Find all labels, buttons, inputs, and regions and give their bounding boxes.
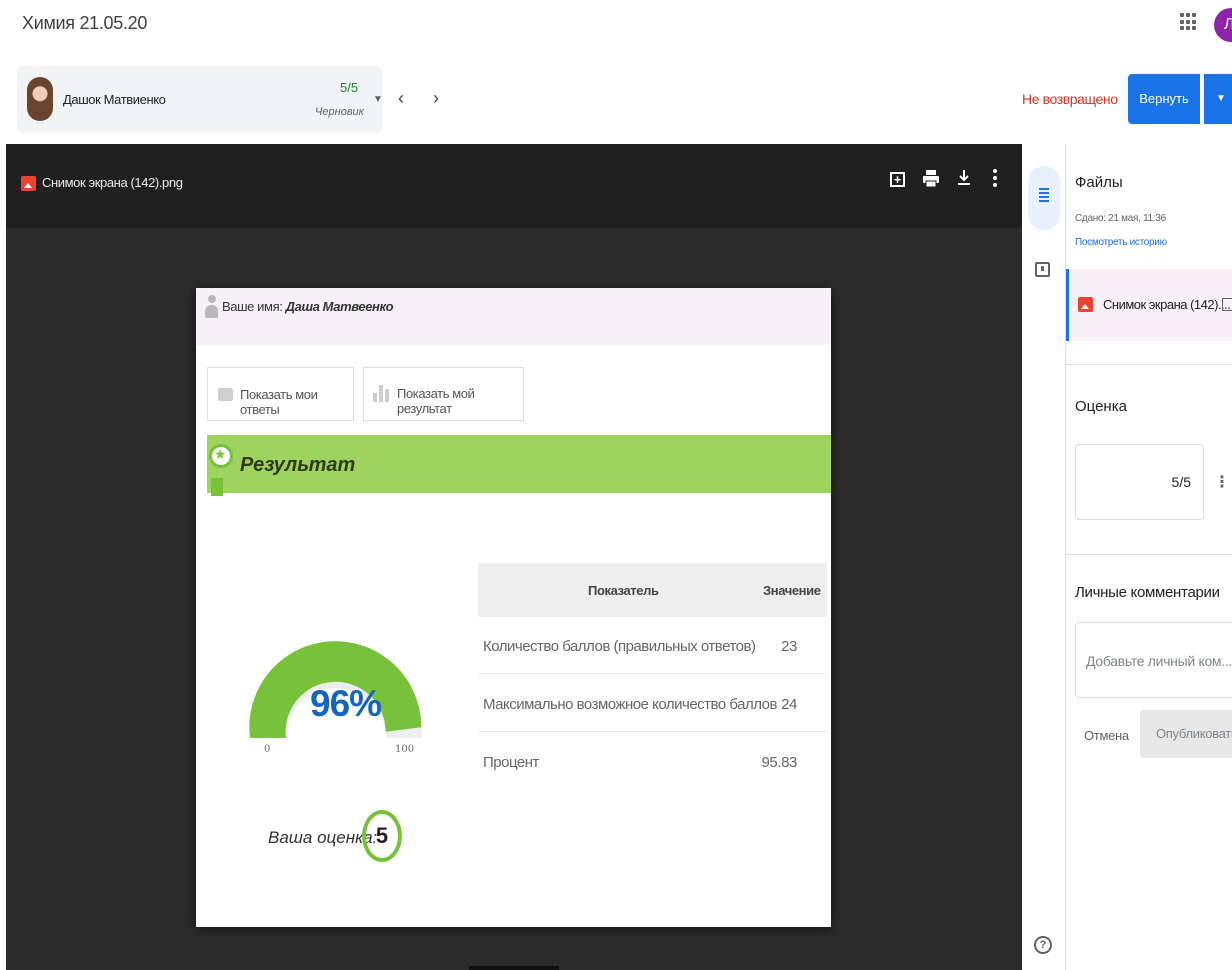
account-avatar[interactable]: Л (1214, 8, 1232, 42)
page-title: Химия 21.05.20 (22, 13, 148, 33)
publish-button[interactable]: Опубликовать (1140, 710, 1232, 758)
dropdown-arrow-icon[interactable]: ▼ (373, 94, 383, 105)
grade-more-options-icon[interactable]: ⋮ (1214, 472, 1230, 492)
user-icon (205, 295, 218, 319)
image-file-icon (21, 176, 36, 191)
table-header: Показатель Значение (478, 563, 827, 617)
files-tab-icon[interactable] (1028, 166, 1060, 230)
row-value: 23 (781, 638, 797, 655)
name-bar: Ваше имя: Даша Матвеенко (196, 288, 831, 345)
view-history-link[interactable]: Посмотреть историю (1075, 237, 1167, 248)
name-label: Ваше имя: (222, 299, 283, 314)
attachment-name: Снимок экрана (142).... (1103, 297, 1231, 312)
private-comment-input[interactable]: Добавьте личный ком... (1075, 622, 1232, 698)
viewer-scrollbar[interactable] (469, 966, 559, 970)
table-row: Количество баллов (правильных ответов) 2… (478, 617, 827, 674)
more-options-icon[interactable] (993, 169, 997, 192)
apps-grid-icon[interactable] (1180, 13, 1198, 31)
help-icon[interactable]: ? (1034, 936, 1052, 954)
open-attachment-icon[interactable] (1222, 298, 1232, 311)
bar-chart-icon (373, 385, 390, 402)
cancel-button[interactable]: Отмена (1084, 728, 1129, 743)
name-label-row: Ваше имя: Даша Матвеенко (222, 299, 394, 314)
student-selector[interactable]: Дашок Матвиенко 5/5 Черновик ▼ (17, 66, 383, 133)
divider (1066, 554, 1232, 555)
grade-field[interactable]: 5/5 (1075, 444, 1204, 520)
attachment-item[interactable]: Снимок экрана (142).... (1066, 269, 1232, 341)
row-label: Процент (483, 754, 539, 771)
table-header-indicator: Показатель (588, 583, 659, 598)
name-value: Даша Матвеенко (285, 299, 394, 314)
return-status: Не возвращено (1022, 91, 1118, 107)
details-panel: Файлы Сдано: 21 мая, 11:36 Посмотреть ис… (1066, 144, 1232, 970)
print-icon[interactable] (923, 170, 939, 192)
private-comments-title: Личные комментарии (1075, 584, 1220, 601)
row-value: 95.83 (761, 754, 797, 771)
files-title: Файлы (1075, 174, 1123, 191)
student-avatar (27, 77, 53, 121)
next-student-chevron-icon[interactable]: › (433, 88, 439, 109)
return-menu-dropdown-icon[interactable]: ▼ (1204, 74, 1232, 124)
show-answers-button[interactable]: Показать мои ответы (207, 367, 354, 421)
show-result-label: Показать мой результат (397, 386, 475, 416)
show-answers-label: Показать мои ответы (240, 387, 318, 417)
student-name: Дашок Матвиенко (63, 92, 166, 107)
divider (1066, 364, 1232, 365)
row-label: Максимально возможное количество баллов (483, 696, 777, 713)
table-row: Максимально возможное количество баллов … (478, 675, 827, 732)
return-button[interactable]: Вернуть (1128, 74, 1200, 124)
grade-title: Оценка (1075, 398, 1127, 415)
submitted-timestamp: Сдано: 21 мая, 11:36 (1075, 213, 1166, 224)
show-result-button[interactable]: Показать мой результат (363, 367, 524, 421)
result-title: Результат (240, 454, 356, 476)
gauge-min-label: 0 (264, 744, 271, 755)
row-label: Количество баллов (правильных ответов) (483, 638, 756, 655)
question-icon (218, 388, 233, 401)
gauge-value: 96% (310, 683, 382, 724)
viewer-toolbar: Снимок экрана (142).png + (6, 144, 1022, 228)
gauge-max-label: 100 (395, 744, 415, 755)
row-value: 24 (781, 696, 797, 713)
download-icon[interactable] (957, 169, 971, 191)
student-status: Черновик (315, 106, 364, 118)
previous-student-chevron-icon[interactable]: ‹ (398, 88, 404, 109)
grade-label: Ваша оценка: (268, 828, 378, 847)
grade-circle: 5 (362, 810, 402, 862)
comments-tab-icon[interactable] (1035, 262, 1050, 277)
screenshot-image: Ваше имя: Даша Матвеенко Показать мои от… (196, 288, 831, 927)
table-header-value: Значение (763, 583, 821, 598)
open-in-new-window-icon[interactable]: + (890, 172, 905, 187)
viewer-file-title: Снимок экрана (142).png (42, 175, 183, 190)
table-row: Процент 95.83 (478, 733, 827, 790)
top-bar: Химия 21.05.20 Л (0, 0, 1232, 52)
student-grade: 5/5 (340, 80, 359, 95)
image-file-icon (1078, 297, 1093, 312)
medal-icon (209, 444, 233, 468)
comment-placeholder: Добавьте личный ком... (1086, 653, 1232, 669)
side-rail: ? (1022, 144, 1066, 970)
grade-input-value: 5/5 (1171, 474, 1191, 490)
